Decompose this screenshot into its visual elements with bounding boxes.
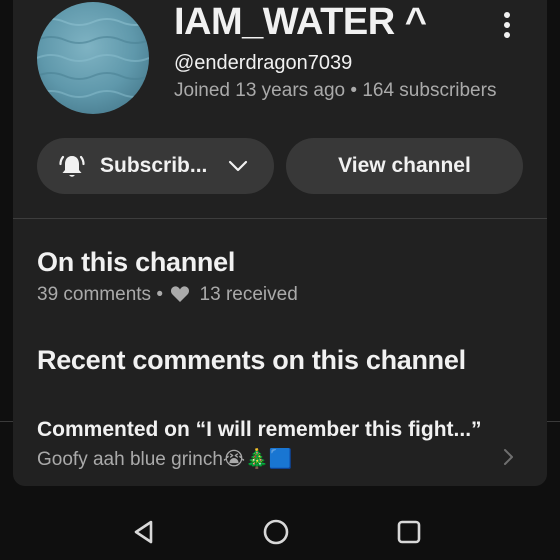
chevron-right-icon [500,446,518,468]
channel-meta: Joined 13 years ago • 164 subscribers [174,80,497,101]
comments-count: 39 comments • [37,284,163,305]
channel-handle: @enderdragon7039 [174,52,353,74]
subscribe-label: Subscrib... [100,154,208,177]
more-vert-icon[interactable] [497,10,517,40]
commented-on-video: Commented on “I will remember this fight… [37,418,482,441]
home-circle-icon[interactable] [260,516,292,548]
back-triangle-icon[interactable] [128,516,160,548]
recent-comments-title: Recent comments on this channel [37,345,466,375]
chevron-down-icon [227,155,249,177]
channel-avatar[interactable] [37,2,149,114]
comment-text: Goofy aah blue grinch😭🎄🟦 [37,449,293,470]
subscribed-button[interactable]: Subscrib... [37,138,274,194]
recents-square-icon[interactable] [393,516,425,548]
notifications-active-icon [57,151,87,181]
water-avatar-image [37,2,149,114]
channel-name: IAM_WATER ^ [174,1,427,43]
heart-icon [170,285,190,303]
channel-stats: 39 comments • 13 received [37,283,298,307]
view-channel-button[interactable]: View channel [286,138,523,194]
backdrop-divider-left [0,421,13,422]
received-count: 13 received [199,284,298,305]
system-navigation-bar [0,500,560,560]
section-divider [13,218,547,219]
backdrop-divider-right [547,421,560,422]
comment-list-item[interactable]: Commented on “I will remember this fight… [13,410,547,486]
on-this-channel-title: On this channel [37,247,236,277]
channel-card: IAM_WATER ^ @enderdragon7039 Joined 13 y… [13,0,547,486]
